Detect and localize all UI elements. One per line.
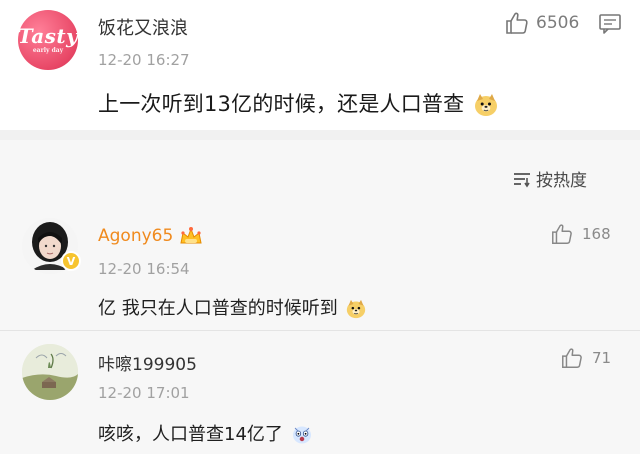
like-count: 6506: [536, 13, 580, 33]
thumb-up-icon: [552, 224, 572, 244]
vip-crown-icon: [178, 225, 204, 251]
comment-text: 亿 我只在人口普查的时候听到: [98, 294, 367, 320]
username[interactable]: 咔嚓199905: [98, 350, 197, 375]
timestamp: 12-20 16:54: [98, 260, 190, 278]
thumb-up-icon: [506, 12, 528, 34]
like-button[interactable]: 6506: [504, 10, 579, 36]
avatar[interactable]: [22, 344, 78, 400]
sort-icon: [514, 172, 530, 187]
doge-emoji-icon: [475, 94, 498, 116]
like-count: 71: [592, 349, 612, 367]
like-button[interactable]: 71: [560, 346, 611, 370]
sort-by-hotness-button[interactable]: 按热度: [512, 166, 587, 191]
avatar[interactable]: Tasty early day: [18, 10, 78, 70]
comment-button[interactable]: [598, 13, 622, 39]
tasty-logo: Tasty early day: [17, 24, 79, 54]
comment-text: 咳咳，人口普查14亿了: [98, 420, 313, 446]
main-post: Tasty early day 饭花又浪浪 12-20 16:27 上一次听到1…: [0, 0, 640, 130]
comment-icon: [599, 14, 621, 34]
timestamp: 12-20 17:01: [98, 384, 190, 402]
sort-label: 按热度: [536, 171, 587, 191]
verified-badge: V: [61, 251, 81, 271]
landscape-avatar-icon: [22, 344, 78, 400]
username[interactable]: 饭花又浪浪: [98, 14, 188, 40]
timestamp: 12-20 16:27: [98, 51, 190, 69]
scared-emoji-icon: [292, 426, 311, 444]
thumb-up-icon: [562, 348, 582, 368]
comment-item: [0, 330, 640, 454]
section-gap: [0, 130, 640, 140]
like-button[interactable]: 168: [550, 222, 611, 246]
like-count: 168: [582, 225, 611, 243]
post-text: 上一次听到13亿的时候，还是人口普查: [98, 88, 499, 118]
username[interactable]: Agony65: [98, 226, 173, 246]
doge-emoji-icon: [347, 299, 366, 319]
